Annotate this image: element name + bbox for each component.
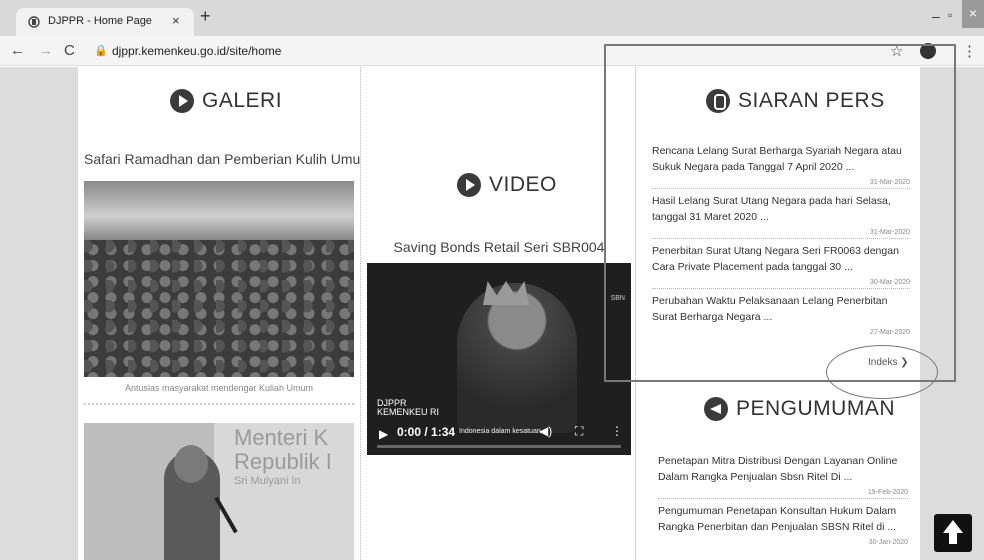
tab-bar: DJPPR - Home Page × + – ▫ × — [0, 0, 984, 36]
galeri-heading: GALERI — [170, 89, 282, 113]
scroll-to-top-button[interactable] — [934, 514, 972, 552]
site-favicon-icon — [28, 16, 40, 28]
video-caption[interactable]: Saving Bonds Retail Seri SBR004 — [365, 239, 633, 255]
fullscreen-icon[interactable]: ⛶ — [575, 424, 583, 439]
galeri-album-caption[interactable]: Safari Ramadhan dan Pemberian Kulih Umum — [84, 151, 372, 167]
banner-text-2: Republik I — [234, 449, 332, 474]
list-item[interactable]: Penetapan Mitra Distribusi Dengan Layana… — [658, 453, 908, 499]
galeri-photo-speaker[interactable]: Menteri K Republik I Sri Mulyani In — [84, 423, 354, 560]
video-subtitle: Indonesia dalam kesatuan... — [459, 428, 547, 435]
highlight-ellipse — [826, 345, 938, 399]
galeri-column: GALERI Safari Ramadhan dan Pemberian Kul… — [78, 67, 372, 560]
reload-button[interactable]: C — [64, 42, 75, 59]
video-controls: ▶ 0:00 / 1:34 Indonesia dalam kesatuan..… — [367, 415, 631, 455]
divider — [84, 403, 354, 405]
pengumuman-list: Penetapan Mitra Distribusi Dengan Layana… — [658, 453, 908, 546]
banner-text-3: Sri Mulyani In — [234, 475, 301, 487]
tab-title: DJPPR - Home Page — [48, 15, 152, 27]
news-date: 19-Feb-2020 — [867, 489, 908, 496]
video-progress-bar[interactable] — [377, 445, 621, 448]
video-title: VIDEO — [489, 173, 557, 196]
browser-menu-icon[interactable]: ⋮ — [962, 42, 977, 60]
play-circle-icon — [170, 89, 194, 113]
close-window-button[interactable]: × — [962, 0, 984, 28]
tab-djppr-home[interactable]: DJPPR - Home Page × — [16, 8, 194, 36]
pengumuman-heading: PENGUMUMAN — [704, 397, 895, 421]
galeri-title: GALERI — [202, 89, 283, 112]
play-circle-icon — [457, 173, 481, 197]
back-button[interactable]: ← — [10, 42, 25, 59]
url-field[interactable]: djppr.kemenkeu.go.id/site/home — [112, 44, 281, 58]
video-time: 0:00 / 1:34 — [397, 425, 456, 439]
video-column: VIDEO Saving Bonds Retail Seri SBR004 SB… — [360, 67, 636, 560]
video-player[interactable]: SBN DJPPR KEMENKEU RI ▶ 0:00 / 1:34 Indo… — [367, 263, 631, 455]
news-date: 30-Jan-2020 — [868, 539, 908, 546]
video-menu-icon[interactable]: ⋮ — [611, 424, 623, 438]
play-icon[interactable]: ▶ — [379, 427, 388, 441]
video-heading: VIDEO — [457, 173, 557, 197]
highlight-rectangle — [604, 44, 956, 382]
banner-text-1: Menteri K — [234, 425, 329, 450]
list-item[interactable]: Pengumuman Penetapan Konsultan Hukum Dal… — [658, 503, 908, 546]
news-title[interactable]: Pengumuman Penetapan Konsultan Hukum Dal… — [658, 503, 908, 535]
galeri-photo-caption: Antusias masyarakat mendengar Kuliah Umu… — [124, 383, 314, 393]
megaphone-icon — [704, 397, 728, 421]
pengumuman-title: PENGUMUMAN — [736, 397, 896, 420]
lock-icon: 🔒 — [94, 45, 108, 57]
maximize-button[interactable]: ▫ — [948, 8, 952, 22]
news-title[interactable]: Penetapan Mitra Distribusi Dengan Layana… — [658, 453, 908, 485]
minimize-button[interactable]: – — [932, 8, 940, 24]
forward-button[interactable]: → — [38, 42, 53, 59]
volume-icon[interactable]: ◀) — [539, 424, 552, 438]
galeri-photo-crowd[interactable] — [84, 181, 354, 377]
new-tab-button[interactable]: + — [200, 7, 211, 25]
tab-close-icon[interactable]: × — [172, 13, 180, 28]
